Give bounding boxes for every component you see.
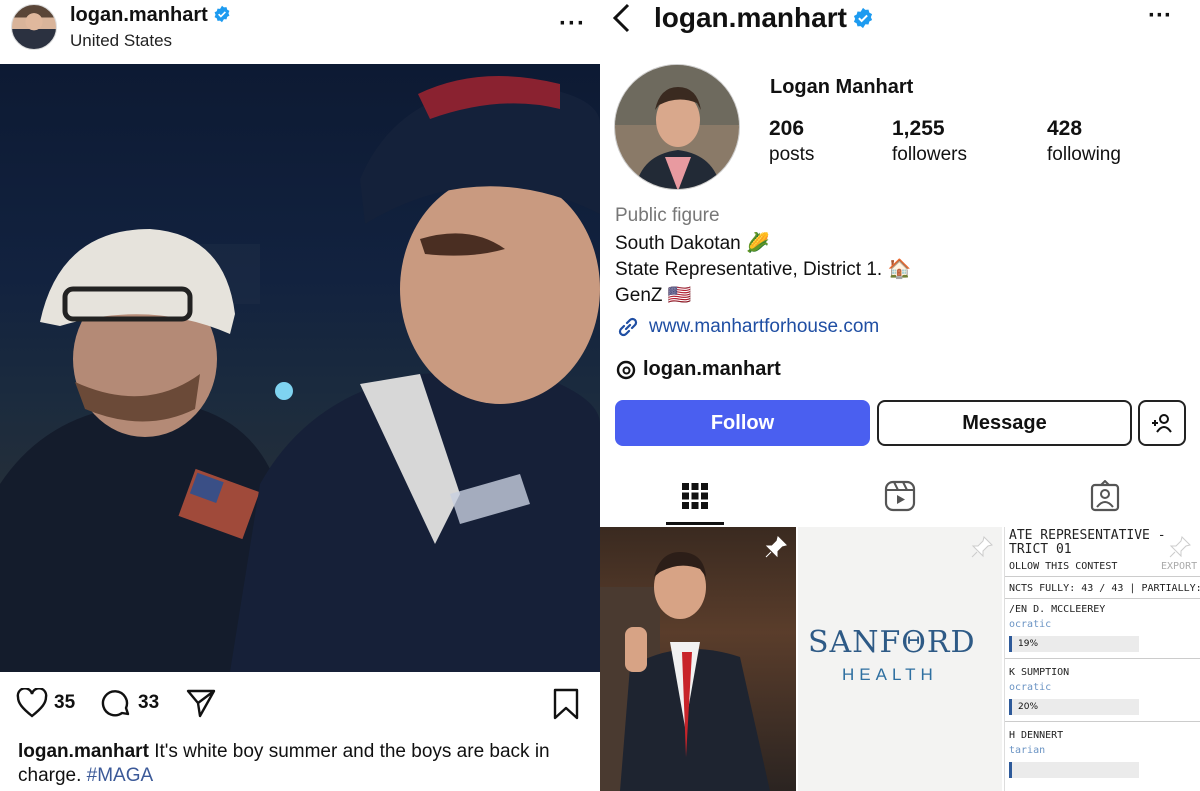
following-stat[interactable]: 428 following: [1047, 116, 1121, 168]
tab-tagged[interactable]: [1085, 476, 1125, 516]
candidate-percent-bar: [1009, 762, 1139, 778]
divider: [1005, 576, 1200, 577]
election-export: EXPORT: [1161, 561, 1198, 572]
followers-stat[interactable]: 1,255 followers: [892, 116, 967, 168]
more-options-icon[interactable]: ···: [1148, 2, 1172, 30]
post-username[interactable]: logan.manhart: [70, 4, 208, 26]
posts-label: posts: [769, 144, 815, 165]
caption-hashtag[interactable]: #MAGA: [87, 765, 154, 786]
us-flag-emoji: 🇺🇸: [667, 285, 692, 306]
health-text: HEALTH: [842, 665, 938, 684]
pinned-icon: [971, 536, 993, 558]
bio-line: South Dakotan 🌽: [615, 231, 770, 255]
posts-stat[interactable]: 206 posts: [769, 116, 814, 168]
candidate-percent-bar: 19%: [1009, 636, 1139, 652]
comment-button[interactable]: 33: [100, 688, 159, 718]
grid-post[interactable]: [600, 527, 796, 791]
save-button[interactable]: [552, 688, 580, 720]
following-count: 428: [1047, 117, 1083, 140]
post-actions: 35 33: [0, 688, 600, 728]
link-icon: [618, 317, 638, 337]
bio-text: State Representative, District 1.: [615, 259, 883, 280]
candidate-name: H DENNERT: [1009, 730, 1064, 741]
suggested-users-button[interactable]: [1138, 400, 1186, 446]
grid-post[interactable]: ATE REPRESENTATIVE - TRICT 01 OLLOW THIS…: [1004, 527, 1200, 791]
verified-badge-icon: [214, 5, 230, 23]
add-person-icon: [1152, 414, 1172, 433]
bio-line: GenZ 🇺🇸: [615, 283, 691, 307]
post-header: logan.manhart United States ···: [0, 0, 600, 64]
post-username-row[interactable]: logan.manhart: [70, 4, 231, 27]
verified-badge-icon: [853, 7, 872, 29]
share-button[interactable]: [186, 688, 216, 718]
threads-icon: [616, 360, 636, 379]
profile-panel: logan.manhart ··· Logan Manhart 206 post…: [600, 0, 1200, 791]
caption-username[interactable]: logan.manhart: [18, 741, 149, 762]
message-button[interactable]: Message: [877, 400, 1132, 446]
tab-reels[interactable]: [880, 476, 920, 516]
post-caption: logan.manhart It's white boy summer and …: [18, 740, 588, 788]
profile-username-row: logan.manhart: [654, 2, 874, 34]
tagged-icon: [1090, 480, 1120, 512]
website-link[interactable]: www.manhartforhouse.com: [615, 314, 879, 340]
avatar[interactable]: [11, 4, 57, 50]
bio-line: State Representative, District 1. 🏠: [615, 257, 911, 281]
bio-text: South Dakotan: [615, 233, 741, 254]
like-button[interactable]: 35: [16, 688, 75, 718]
election-follow: OLLOW THIS CONTEST: [1009, 561, 1118, 572]
website-url[interactable]: www.manhartforhouse.com: [649, 316, 879, 338]
back-arrow-icon[interactable]: [610, 2, 632, 42]
candidate-party: ocratic: [1009, 682, 1052, 693]
follow-button[interactable]: Follow: [615, 400, 870, 446]
bookmark-icon: [553, 688, 579, 720]
following-label: following: [1047, 144, 1121, 165]
post-panel: logan.manhart United States ··· 35 33 lo…: [0, 0, 600, 791]
display-name: Logan Manhart: [770, 76, 914, 98]
like-count: 35: [54, 692, 76, 713]
divider: [1005, 658, 1200, 659]
followers-label: followers: [892, 144, 967, 165]
divider: [1005, 598, 1200, 599]
corn-emoji: 🌽: [745, 233, 770, 254]
profile-tabs: [600, 470, 1200, 526]
tab-posts-grid[interactable]: [675, 476, 715, 516]
candidate-name: /EN D. MCCLEEREY: [1009, 604, 1106, 615]
pinned-icon: [1169, 536, 1191, 558]
threads-badge[interactable]: logan.manhart: [615, 358, 781, 381]
threads-handle[interactable]: logan.manhart: [643, 358, 781, 381]
posts-count: 206: [769, 117, 805, 140]
candidate-name: K SUMPTION: [1009, 667, 1070, 678]
house-emoji: 🏠: [887, 259, 912, 280]
candidate-percent-bar: 20%: [1009, 699, 1139, 715]
followers-count: 1,255: [892, 117, 945, 140]
profile-username: logan.manhart: [654, 2, 847, 33]
election-precincts: NCTS FULLY: 43 / 43 | PARTIALLY: 0 / 43: [1009, 583, 1200, 594]
active-tab-indicator: [666, 522, 724, 525]
grid-icon: [682, 483, 708, 509]
sanford-logo-text: SANFΘRD: [808, 625, 976, 660]
heart-icon: [16, 688, 48, 718]
pinned-icon: [765, 536, 787, 558]
election-title: ATE REPRESENTATIVE -: [1009, 528, 1166, 543]
comment-count: 33: [138, 692, 160, 713]
post-location[interactable]: United States: [70, 31, 172, 51]
divider: [1005, 721, 1200, 722]
election-title: TRICT 01: [1009, 542, 1072, 557]
reels-icon: [884, 480, 916, 512]
more-options-icon[interactable]: ···: [559, 10, 586, 38]
candidate-party: ocratic: [1009, 619, 1052, 630]
candidate-party: tarian: [1009, 745, 1046, 756]
profile-picture[interactable]: [614, 64, 740, 190]
post-image[interactable]: [0, 64, 600, 672]
send-icon: [186, 689, 216, 718]
grid-post[interactable]: SANFΘRD HEALTH: [798, 527, 1002, 791]
posts-grid: SANFΘRD HEALTH ATE REPRESENTATIVE - TRIC…: [600, 527, 1200, 791]
bio-text: GenZ: [615, 285, 663, 306]
comment-icon: [101, 690, 130, 717]
profile-category: Public figure: [615, 205, 720, 226]
